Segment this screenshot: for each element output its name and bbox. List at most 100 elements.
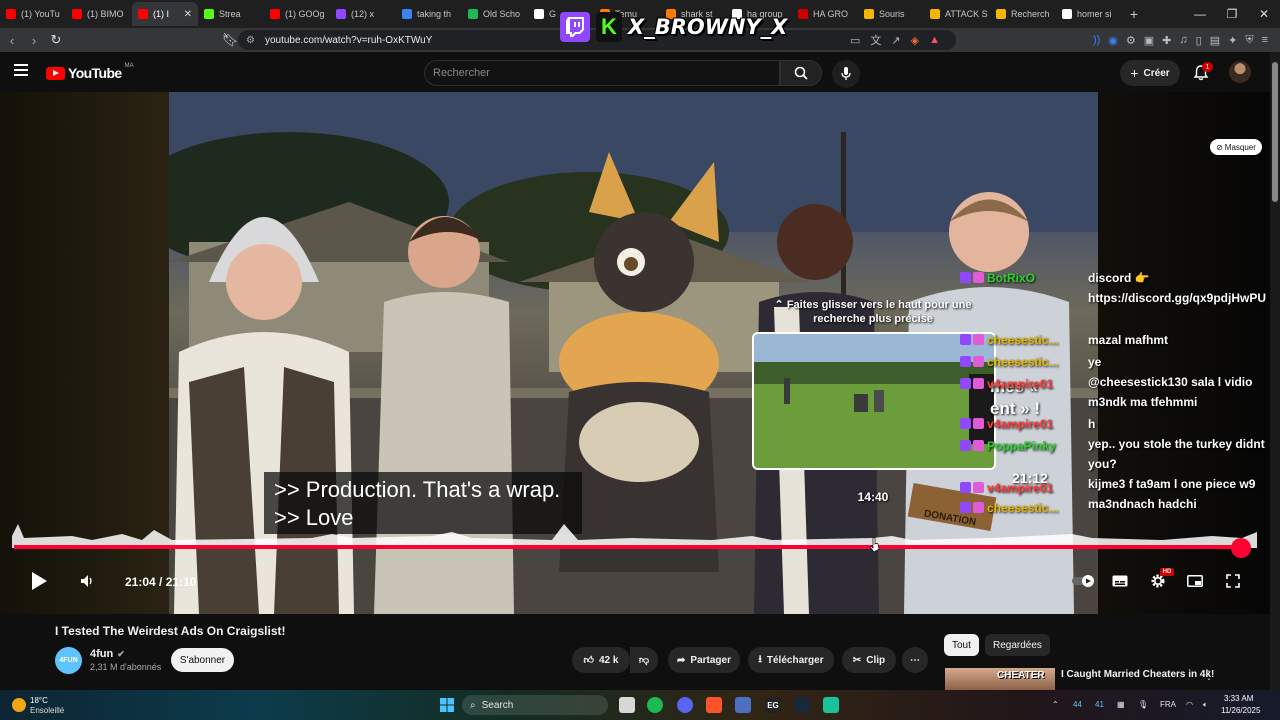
share-button[interactable]: ➦ Partager bbox=[668, 647, 740, 673]
download-button[interactable]: ⭳ Télécharger bbox=[748, 647, 834, 673]
browser-tab[interactable]: (1) I ✕ bbox=[132, 2, 198, 26]
clip-button[interactable]: ✂ Clip bbox=[842, 647, 896, 673]
wifi-icon[interactable]: ◠ bbox=[1186, 700, 1193, 709]
new-tab-icon[interactable]: + bbox=[1122, 6, 1146, 22]
browser-tab[interactable]: (1) YouTu bbox=[0, 2, 66, 26]
browser-tab[interactable]: Souris bbox=[858, 2, 924, 26]
page-scrollbar-thumb[interactable] bbox=[1272, 62, 1278, 202]
browser-menu-icon[interactable]: ≡ bbox=[1262, 34, 1268, 46]
video-player[interactable]: ⊘ Masquer >> Production. That's a wrap. … bbox=[0, 92, 1270, 614]
bookmark-icon[interactable]: 🔖︎ bbox=[220, 30, 240, 50]
forward-arrow-icon[interactable]: › bbox=[24, 30, 44, 50]
recommendation-more-icon[interactable]: ⋮ bbox=[1203, 668, 1215, 682]
browser-tab[interactable]: (1) GOOg bbox=[264, 2, 330, 26]
speaker-icon[interactable]: 🔈︎ bbox=[1203, 700, 1208, 710]
cast-icon[interactable]: ▭ bbox=[850, 34, 860, 47]
youtube-logo[interactable]: YouTube MA bbox=[46, 63, 134, 81]
chat-message: BotRixO bbox=[960, 268, 1035, 288]
app-green-icon[interactable] bbox=[647, 697, 663, 713]
calculator-icon[interactable] bbox=[735, 697, 751, 713]
translate-icon[interactable]: 文 bbox=[870, 32, 881, 48]
kick-logo-icon: K bbox=[596, 12, 622, 42]
tab-label: Recherch bbox=[1011, 9, 1050, 19]
recommendation-title[interactable]: I Caught Married Cheaters in 4k! bbox=[1061, 669, 1214, 680]
browser-tab[interactable]: Old Scho bbox=[462, 2, 528, 26]
hide-label: Masquer bbox=[1224, 142, 1256, 152]
progress-scrubber[interactable] bbox=[1230, 538, 1251, 558]
subscribe-button[interactable]: S'abonner bbox=[171, 648, 234, 672]
maximize-icon[interactable]: ❐ bbox=[1216, 0, 1248, 28]
browser-tab[interactable]: taking th bbox=[396, 2, 462, 26]
vpn-icon[interactable]: ⛨ bbox=[1245, 34, 1253, 47]
clock-date[interactable]: 11/26/2025 bbox=[1221, 706, 1260, 715]
browser-tab[interactable]: Recherch bbox=[990, 2, 1056, 26]
tray-mic-icon[interactable]: 🎙︎ bbox=[1138, 700, 1148, 709]
audio-wave-icon[interactable]: )) bbox=[1093, 34, 1100, 46]
tab-favicon-icon bbox=[72, 9, 82, 19]
discord-icon[interactable] bbox=[677, 697, 693, 713]
weather-sun-icon[interactable] bbox=[12, 698, 26, 712]
clock-time[interactable]: 3:33 AM bbox=[1224, 694, 1253, 703]
extension-gear-icon[interactable]: ⚙ bbox=[1126, 34, 1136, 47]
tray-app-icon[interactable]: ▦ bbox=[1117, 700, 1125, 709]
voice-search-button[interactable] bbox=[832, 60, 860, 88]
browser-tab[interactable]: (1) BIMO bbox=[66, 2, 132, 26]
browser-tab[interactable]: homer si bbox=[1056, 2, 1122, 26]
tray-chevron-icon[interactable]: ⌃ bbox=[1052, 700, 1059, 709]
search-button[interactable] bbox=[780, 60, 822, 86]
tab-close-icon[interactable]: ✕ bbox=[184, 9, 192, 20]
language-indicator[interactable]: FRA bbox=[1160, 700, 1176, 709]
account-avatar[interactable] bbox=[1229, 61, 1251, 83]
play-button[interactable] bbox=[28, 570, 50, 592]
verified-check-icon: ✔ bbox=[117, 648, 125, 659]
sidebar-icon[interactable]: ▯ bbox=[1196, 34, 1202, 47]
app-teal-icon[interactable] bbox=[823, 697, 839, 713]
youtube-play-logo-icon bbox=[46, 66, 65, 80]
browser-tab[interactable]: ATTACK S bbox=[924, 2, 990, 26]
windows-start-icon[interactable] bbox=[439, 697, 455, 713]
extension-blue-icon[interactable]: ◉ bbox=[1108, 34, 1118, 47]
search-input[interactable]: Rechercher bbox=[424, 60, 780, 86]
share-icon[interactable]: ↗ bbox=[891, 34, 900, 47]
chat-badge-icon bbox=[973, 334, 984, 345]
brave-browser-icon[interactable] bbox=[706, 697, 722, 713]
wallet-icon[interactable]: ▤ bbox=[1210, 34, 1220, 47]
epic-games-icon[interactable]: EG bbox=[765, 697, 781, 713]
menu-icon[interactable] bbox=[14, 64, 28, 76]
hd-badge: HD bbox=[1160, 568, 1174, 576]
fullscreen-button[interactable] bbox=[1224, 572, 1242, 590]
reload-icon[interactable]: ↻ bbox=[46, 30, 66, 50]
chip-watched[interactable]: Regardées bbox=[985, 634, 1050, 656]
minimize-icon[interactable]: — bbox=[1184, 0, 1216, 28]
brave-shield-icon[interactable]: ◈ bbox=[911, 34, 919, 47]
volume-button[interactable] bbox=[78, 572, 96, 590]
browser-tab[interactable]: Strea bbox=[198, 2, 264, 26]
channel-name[interactable]: 4fun ✔ bbox=[90, 648, 125, 660]
create-button[interactable]: + Créer bbox=[1120, 60, 1180, 86]
chip-all[interactable]: Tout bbox=[944, 634, 979, 656]
more-actions-button[interactable]: ⋯ bbox=[902, 647, 928, 673]
browser-tab[interactable]: (12) x bbox=[330, 2, 396, 26]
windows-taskbar bbox=[0, 690, 1280, 720]
like-button[interactable]: 👍︎ 42 k bbox=[572, 647, 630, 673]
taskbar-search[interactable]: ⌕ Search bbox=[462, 695, 608, 715]
hide-button[interactable]: ⊘ Masquer bbox=[1210, 139, 1262, 155]
steam-icon[interactable] bbox=[794, 697, 810, 713]
rewards-icon[interactable]: ▲ bbox=[929, 34, 940, 46]
dislike-button[interactable]: 👎︎ bbox=[630, 647, 658, 673]
browser-tab[interactable]: HA GRO bbox=[792, 2, 858, 26]
miniplayer-button[interactable] bbox=[1186, 572, 1204, 590]
close-window-icon[interactable]: ✕ bbox=[1248, 0, 1280, 28]
channel-avatar[interactable]: 4FUN bbox=[55, 647, 82, 674]
extensions-puzzle-icon[interactable]: ✚ bbox=[1162, 34, 1171, 47]
autoplay-toggle[interactable] bbox=[1072, 574, 1096, 588]
share-arrow-icon: ➦ bbox=[677, 654, 686, 666]
music-icon[interactable]: ♫ bbox=[1179, 34, 1187, 46]
file-explorer-icon[interactable] bbox=[619, 697, 635, 713]
subtitles-button[interactable] bbox=[1110, 572, 1130, 590]
recommendation-thumbnail[interactable]: CHEATER bbox=[945, 668, 1055, 690]
back-arrow-icon[interactable]: ‹ bbox=[2, 30, 22, 50]
extension-box-icon[interactable]: ▣ bbox=[1144, 34, 1154, 47]
site-info-icon[interactable]: ⚙ bbox=[246, 35, 255, 46]
leo-ai-icon[interactable]: ✦ bbox=[1228, 34, 1237, 47]
